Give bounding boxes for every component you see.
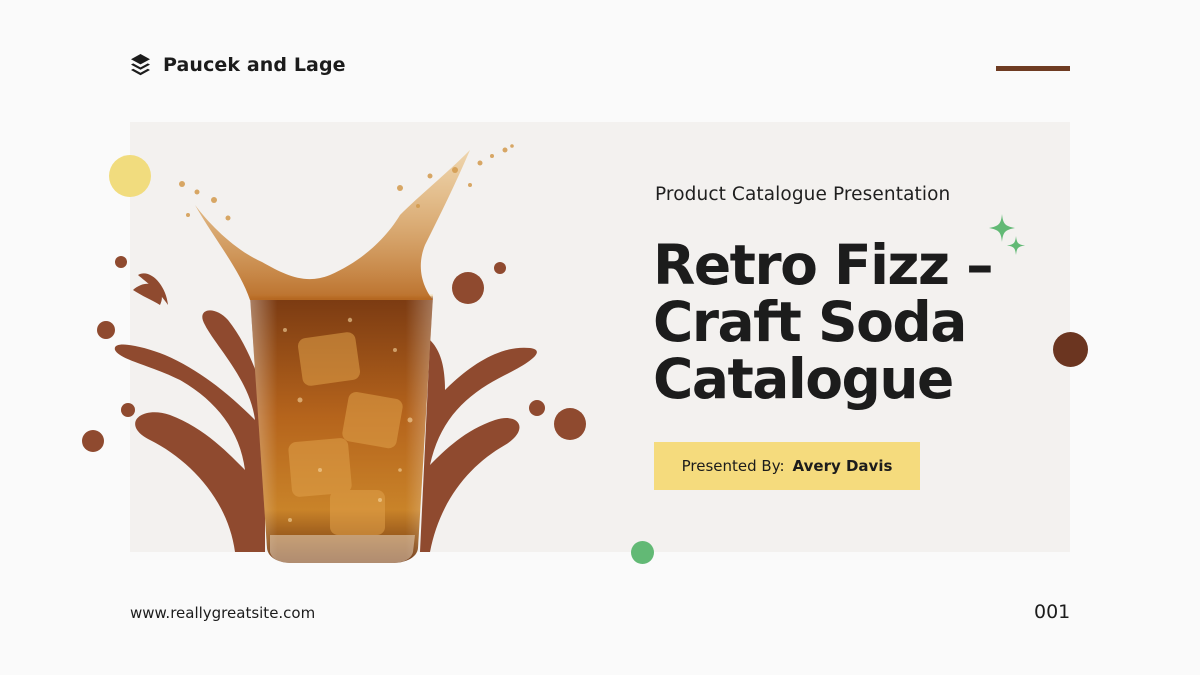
brand: Paucek and Lage <box>130 53 346 77</box>
stacked-layers-icon <box>131 54 150 76</box>
presenter-label: Presented By: <box>681 457 785 475</box>
title-line: Craft Soda <box>653 290 967 354</box>
soda-glass-splash-image <box>82 144 586 563</box>
green-circle-decoration <box>631 541 654 564</box>
page-title: Retro Fizz – Craft Soda Catalogue <box>653 237 1053 408</box>
presenter-name: Avery Davis <box>792 457 893 475</box>
subtitle: Product Catalogue Presentation <box>655 184 951 205</box>
page-number: 001 <box>1034 601 1071 623</box>
title-line: Catalogue <box>653 347 954 411</box>
accent-bar <box>996 66 1070 71</box>
brown-circle-decoration <box>1053 332 1088 367</box>
presenter-badge: Presented By: Avery Davis <box>654 442 920 490</box>
website-link[interactable]: www.reallygreatsite.com <box>130 604 315 622</box>
title-line: Retro Fizz – <box>653 233 994 297</box>
brand-name: Paucek and Lage <box>163 54 346 76</box>
